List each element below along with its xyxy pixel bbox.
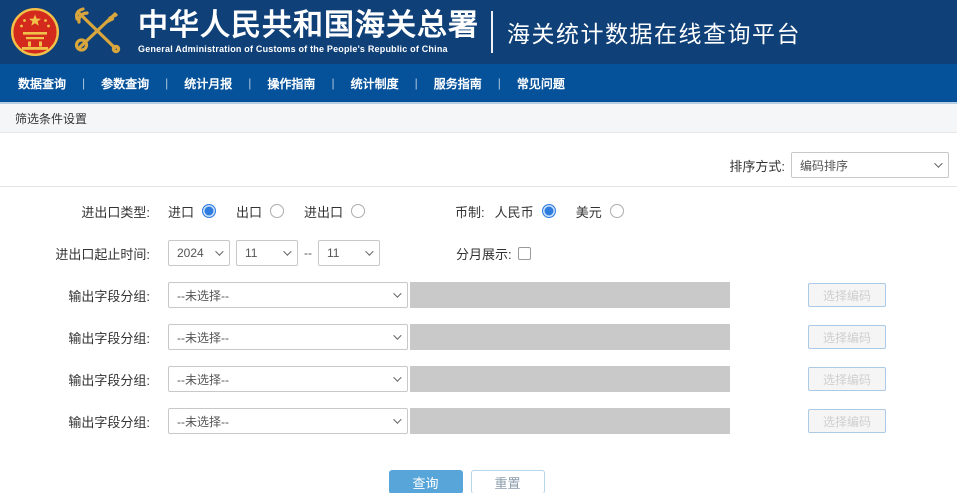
chevron-down-icon xyxy=(393,289,402,298)
output-group-codes-input-3[interactable] xyxy=(410,366,730,392)
start-month-value: 11 xyxy=(245,246,258,260)
end-month-select[interactable]: 11 xyxy=(318,240,380,266)
radio-option-import[interactable]: 进口 xyxy=(168,202,217,221)
org-title: 中华人民共和国海关总署 xyxy=(138,8,479,43)
nav-item-parameter-query[interactable]: 参数查询 xyxy=(101,75,149,92)
output-group-row-4: 输出字段分组: --未选择-- 选择编码 xyxy=(0,408,957,434)
reset-button[interactable]: 重置 xyxy=(470,470,545,493)
radio-option-import-export-label: 进出口 xyxy=(304,204,344,220)
export-radio[interactable] xyxy=(270,204,285,218)
output-group-select-2[interactable]: --未选择-- xyxy=(168,324,408,350)
trade-type-row: 进出口类型: 进口 出口 进出口 币制: 人民币 美元 xyxy=(0,200,957,222)
chevron-down-icon xyxy=(215,247,224,256)
radio-option-import-label: 进口 xyxy=(168,204,195,220)
nav-separator: | xyxy=(497,76,501,90)
app-header: 中华人民共和国海关总署 General Administration of Cu… xyxy=(0,0,957,64)
import-radio[interactable] xyxy=(202,204,217,218)
output-group-label: 输出字段分组: xyxy=(68,372,150,388)
radio-option-usd[interactable]: 美元 xyxy=(576,202,624,221)
nav-separator: | xyxy=(414,76,418,90)
start-month-select[interactable]: 11 xyxy=(236,240,298,266)
trade-type-label: 进出口类型: xyxy=(81,204,150,220)
nav-item-operation-guide[interactable]: 操作指南 xyxy=(267,75,315,92)
radio-option-usd-label: 美元 xyxy=(575,204,602,220)
actions-row: 查询 重置 xyxy=(0,470,945,493)
nav-item-service-guide[interactable]: 服务指南 xyxy=(434,75,482,92)
currency-label: 币制: xyxy=(455,204,485,220)
start-year-value: 2024 xyxy=(177,246,204,260)
chevron-down-icon xyxy=(934,159,943,168)
output-group-label: 输出字段分组: xyxy=(68,330,150,346)
rmb-radio[interactable] xyxy=(541,204,556,218)
header-divider xyxy=(491,11,493,53)
output-group-select-value: --未选择-- xyxy=(177,288,229,303)
date-range-row: 进出口起止时间: 2024 11 -- 11 分月展示: xyxy=(0,240,957,266)
output-group-codes-input-2[interactable] xyxy=(410,324,730,350)
output-group-select-4[interactable]: --未选择-- xyxy=(168,408,408,434)
import-export-radio[interactable] xyxy=(351,204,366,218)
radio-option-import-export[interactable]: 进出口 xyxy=(304,202,366,221)
output-group-select-value: --未选择-- xyxy=(177,330,229,345)
nav-separator: | xyxy=(82,76,86,90)
output-group-codes-input-1[interactable] xyxy=(410,282,730,308)
nav-item-faq[interactable]: 常见问题 xyxy=(517,75,565,92)
output-group-select-value: --未选择-- xyxy=(177,372,229,387)
date-range-separator: -- xyxy=(304,246,312,260)
radio-option-export[interactable]: 出口 xyxy=(236,202,285,221)
output-group-select-3[interactable]: --未选择-- xyxy=(168,366,408,392)
sort-row: 排序方式: 编码排序 xyxy=(0,152,957,178)
nav-item-monthly-report[interactable]: 统计月报 xyxy=(184,75,232,92)
main-nav: 数据查询 | 参数查询 | 统计月报 | 操作指南 | 统计制度 | 服务指南 … xyxy=(0,64,957,102)
select-code-button-2[interactable]: 选择编码 xyxy=(808,325,886,349)
chevron-down-icon xyxy=(365,247,374,256)
radio-option-export-label: 出口 xyxy=(236,204,263,220)
breadcrumb-title: 筛选条件设置 xyxy=(15,111,88,126)
query-button[interactable]: 查询 xyxy=(388,470,463,493)
output-group-select-1[interactable]: --未选择-- xyxy=(168,282,408,308)
org-subtitle: General Administration of Customs of the… xyxy=(138,44,448,54)
radio-option-rmb[interactable]: 人民币 xyxy=(495,202,556,221)
nav-item-statistics-system[interactable]: 统计制度 xyxy=(351,75,399,92)
select-code-button-3[interactable]: 选择编码 xyxy=(808,367,886,391)
date-range-label: 进出口起止时间: xyxy=(55,246,150,262)
output-group-row-1: 输出字段分组: --未选择-- 选择编码 xyxy=(0,282,957,308)
sort-label: 排序方式: xyxy=(729,158,785,174)
monthly-display-label: 分月展示: xyxy=(456,246,512,262)
org-title-block: 中华人民共和国海关总署 General Administration of Cu… xyxy=(138,8,479,55)
usd-radio[interactable] xyxy=(609,204,624,218)
chevron-down-icon xyxy=(283,247,292,256)
chevron-down-icon xyxy=(393,373,402,382)
china-national-emblem-icon xyxy=(10,7,60,57)
breadcrumb: 筛选条件设置 xyxy=(0,104,957,133)
sort-select[interactable]: 编码排序 xyxy=(791,152,949,178)
start-year-select[interactable]: 2024 xyxy=(168,240,230,266)
output-group-codes-input-4[interactable] xyxy=(410,408,730,434)
sort-select-value: 编码排序 xyxy=(800,158,849,173)
select-code-button-4[interactable]: 选择编码 xyxy=(808,409,886,433)
nav-item-data-query[interactable]: 数据查询 xyxy=(18,75,66,92)
content-divider xyxy=(0,186,957,187)
nav-separator: | xyxy=(165,76,169,90)
output-group-select-value: --未选择-- xyxy=(177,414,229,429)
end-month-value: 11 xyxy=(327,246,340,260)
select-code-button-1[interactable]: 选择编码 xyxy=(808,283,886,307)
monthly-display-checkbox[interactable] xyxy=(517,246,531,260)
output-group-label: 输出字段分组: xyxy=(68,414,150,430)
nav-separator: | xyxy=(331,76,335,90)
radio-option-rmb-label: 人民币 xyxy=(494,204,534,220)
output-group-row-2: 输出字段分组: --未选择-- 选择编码 xyxy=(0,324,957,350)
chevron-down-icon xyxy=(393,331,402,340)
output-group-label: 输出字段分组: xyxy=(68,288,150,304)
chevron-down-icon xyxy=(393,415,402,424)
platform-title: 海关统计数据在线查询平台 xyxy=(507,21,801,47)
nav-separator: | xyxy=(248,76,252,90)
customs-key-caduceus-icon xyxy=(68,5,126,60)
output-group-row-3: 输出字段分组: --未选择-- 选择编码 xyxy=(0,366,957,392)
